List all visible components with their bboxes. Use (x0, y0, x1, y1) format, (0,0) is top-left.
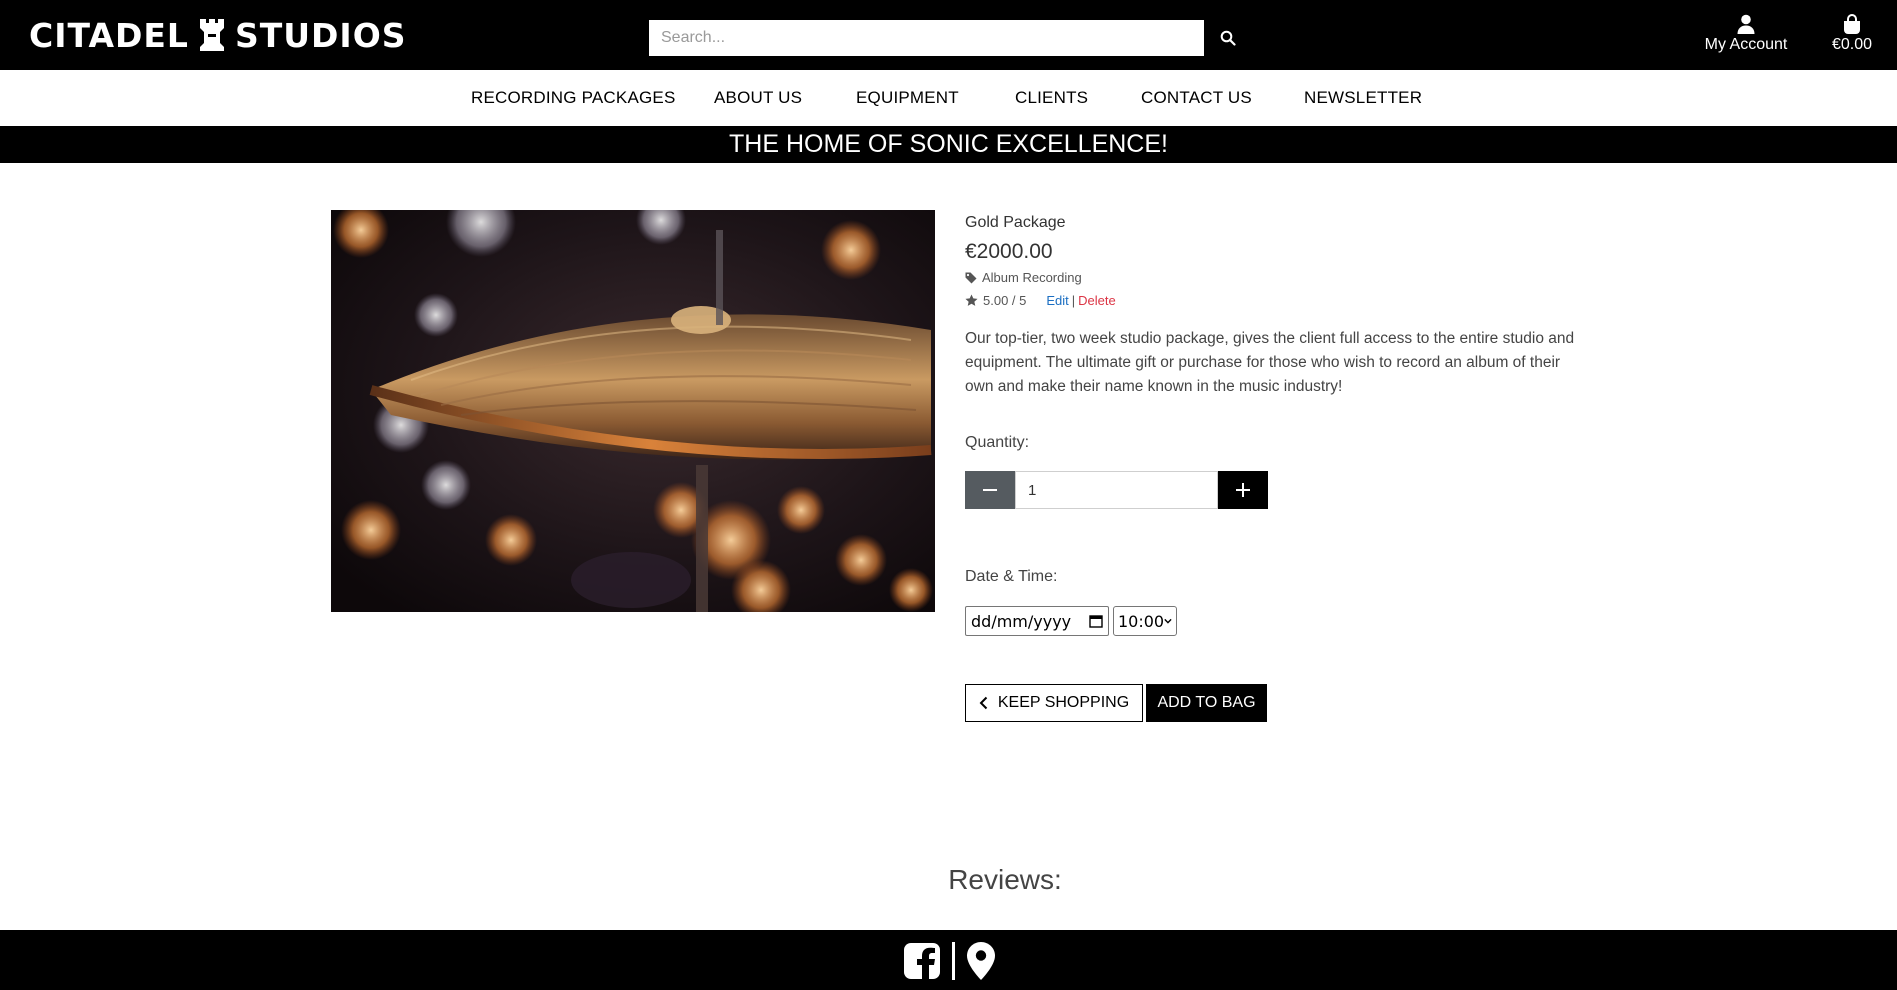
product-image[interactable] (331, 210, 935, 612)
product-category[interactable]: Album Recording (965, 270, 1082, 285)
product-rating-row: 5.00 / 5 Edit | Delete (965, 293, 1116, 308)
shopping-bag-icon (1844, 14, 1860, 34)
search-input[interactable] (649, 20, 1204, 56)
bag-total: €0.00 (1831, 36, 1873, 53)
reviews-section: Reviews: (0, 864, 1897, 896)
time-select[interactable]: 10:00 (1113, 606, 1177, 636)
time-selected-value: 10:00 (1118, 611, 1165, 631)
nav-clients[interactable]: CLIENTS (1015, 88, 1088, 108)
my-account-link[interactable]: My Account (1700, 14, 1792, 54)
site-footer (0, 930, 1897, 990)
decrement-quantity-button[interactable] (965, 471, 1015, 509)
search-form (649, 20, 1252, 56)
link-separator: | (1071, 293, 1076, 308)
tag-icon (965, 272, 977, 283)
increment-quantity-button[interactable] (1218, 471, 1268, 509)
delete-product-link[interactable]: Delete (1078, 293, 1116, 308)
map-marker-icon[interactable] (966, 941, 996, 981)
chevron-left-icon (979, 696, 988, 710)
my-account-label: My Account (1704, 36, 1788, 53)
search-button[interactable] (1204, 20, 1252, 56)
quantity-label: Quantity: (965, 434, 1030, 451)
date-input[interactable]: dd/mm/yyyy (965, 606, 1109, 636)
castle-tower-icon (197, 17, 227, 53)
add-to-bag-button[interactable]: ADD TO BAG (1146, 684, 1267, 722)
user-icon (1737, 14, 1755, 34)
product-name: Gold Package (965, 214, 1066, 231)
quantity-stepper (965, 471, 1268, 509)
nav-about-us[interactable]: ABOUT US (714, 88, 802, 108)
quantity-input[interactable] (1015, 471, 1218, 509)
chevron-down-icon (1164, 618, 1172, 624)
date-placeholder: dd/mm/yyyy (971, 611, 1072, 631)
product-description: Our top-tier, two week studio package, g… (965, 330, 1575, 395)
footer-social-links (903, 940, 996, 982)
facebook-icon[interactable] (903, 942, 941, 980)
nav-contact-us[interactable]: CONTACT US (1141, 88, 1252, 108)
datetime-row: dd/mm/yyyy 10:00 (965, 606, 1177, 636)
shopping-bag-link[interactable]: €0.00 (1822, 14, 1882, 54)
rating-value: 5.00 / 5 (983, 293, 1027, 308)
category-label: Album Recording (982, 270, 1082, 285)
reviews-title: Reviews: (948, 864, 1062, 895)
search-icon (1220, 30, 1236, 46)
promo-banner: THE HOME OF SONIC EXCELLENCE! (0, 126, 1897, 163)
plus-icon (1236, 483, 1250, 497)
brand-name-left: CITADEL (29, 15, 189, 55)
star-icon (965, 294, 978, 306)
brand-logo[interactable]: CITADEL STUDIOS (29, 14, 407, 56)
cymbal-photo-icon (331, 210, 935, 612)
product-actions: KEEP SHOPPING ADD TO BAG (965, 684, 1267, 722)
top-header: CITADEL STUDIOS My Account €0. (0, 0, 1897, 70)
footer-divider (952, 942, 955, 980)
nav-equipment[interactable]: EQUIPMENT (856, 88, 959, 108)
product-price: €2000.00 (965, 240, 1053, 263)
nav-recording-packages[interactable]: RECORDING PACKAGES (471, 88, 676, 108)
brand-name-right: STUDIOS (234, 15, 407, 55)
nav-newsletter[interactable]: NEWSLETTER (1304, 88, 1422, 108)
edit-product-link[interactable]: Edit (1046, 293, 1068, 308)
main-nav: RECORDING PACKAGES ABOUT US EQUIPMENT CL… (0, 70, 1897, 126)
keep-shopping-label: KEEP SHOPPING (997, 694, 1130, 711)
calendar-icon (1089, 615, 1103, 628)
minus-icon (983, 489, 997, 491)
keep-shopping-button[interactable]: KEEP SHOPPING (965, 684, 1143, 722)
datetime-label: Date & Time: (965, 568, 1058, 585)
